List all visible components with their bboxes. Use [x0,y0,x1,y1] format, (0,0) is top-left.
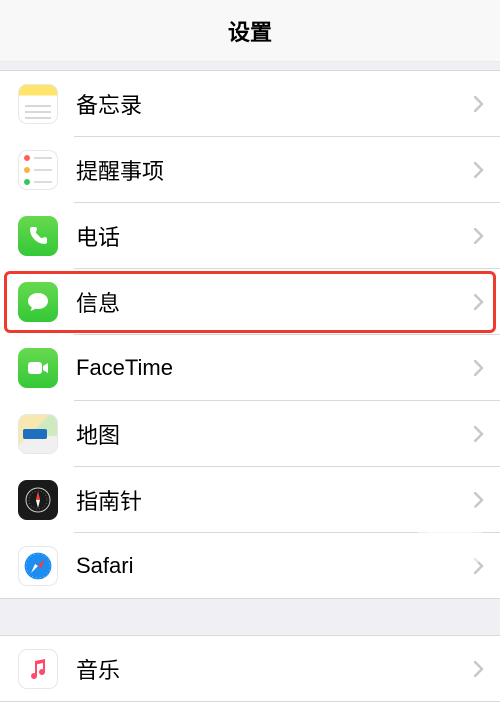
row-label: 地图 [76,418,474,450]
chevron-right-icon [474,162,500,178]
chevron-right-icon [474,360,500,376]
maps-icon [18,414,58,454]
page-title: 设置 [228,15,272,47]
facetime-icon [18,348,58,388]
row-label: Safari [76,553,474,579]
row-facetime[interactable]: FaceTime [0,335,500,401]
music-icon [18,649,58,689]
row-label: 提醒事项 [76,154,474,186]
assistive-touch-inner-icon [428,514,472,558]
row-music[interactable]: 音乐 [0,636,500,702]
chevron-right-icon [474,96,500,112]
row-label: 指南针 [76,484,474,516]
safari-icon [18,546,58,586]
chevron-right-icon [474,492,500,508]
notes-icon [18,84,58,124]
section-spacer [0,599,500,635]
settings-list-2: 音乐 [0,635,500,702]
row-reminders[interactable]: 提醒事项 [0,137,500,203]
row-label: 信息 [76,286,474,318]
compass-icon [18,480,58,520]
row-notes[interactable]: 备忘录 [0,71,500,137]
row-label: 备忘录 [76,88,474,120]
row-phone[interactable]: 电话 [0,203,500,269]
chevron-right-icon [474,426,500,442]
reminders-icon [18,150,58,190]
row-label: 电话 [76,220,474,252]
phone-icon [18,216,58,256]
row-label: FaceTime [76,355,474,381]
assistive-touch[interactable] [418,504,482,568]
chevron-right-icon [474,294,500,310]
row-maps[interactable]: 地图 [0,401,500,467]
header: 设置 [0,0,500,62]
section-spacer [0,62,500,70]
chevron-right-icon [474,228,500,244]
row-label: 音乐 [76,653,474,685]
messages-icon [18,282,58,322]
chevron-right-icon [474,661,500,677]
row-messages[interactable]: 信息 [0,269,500,335]
